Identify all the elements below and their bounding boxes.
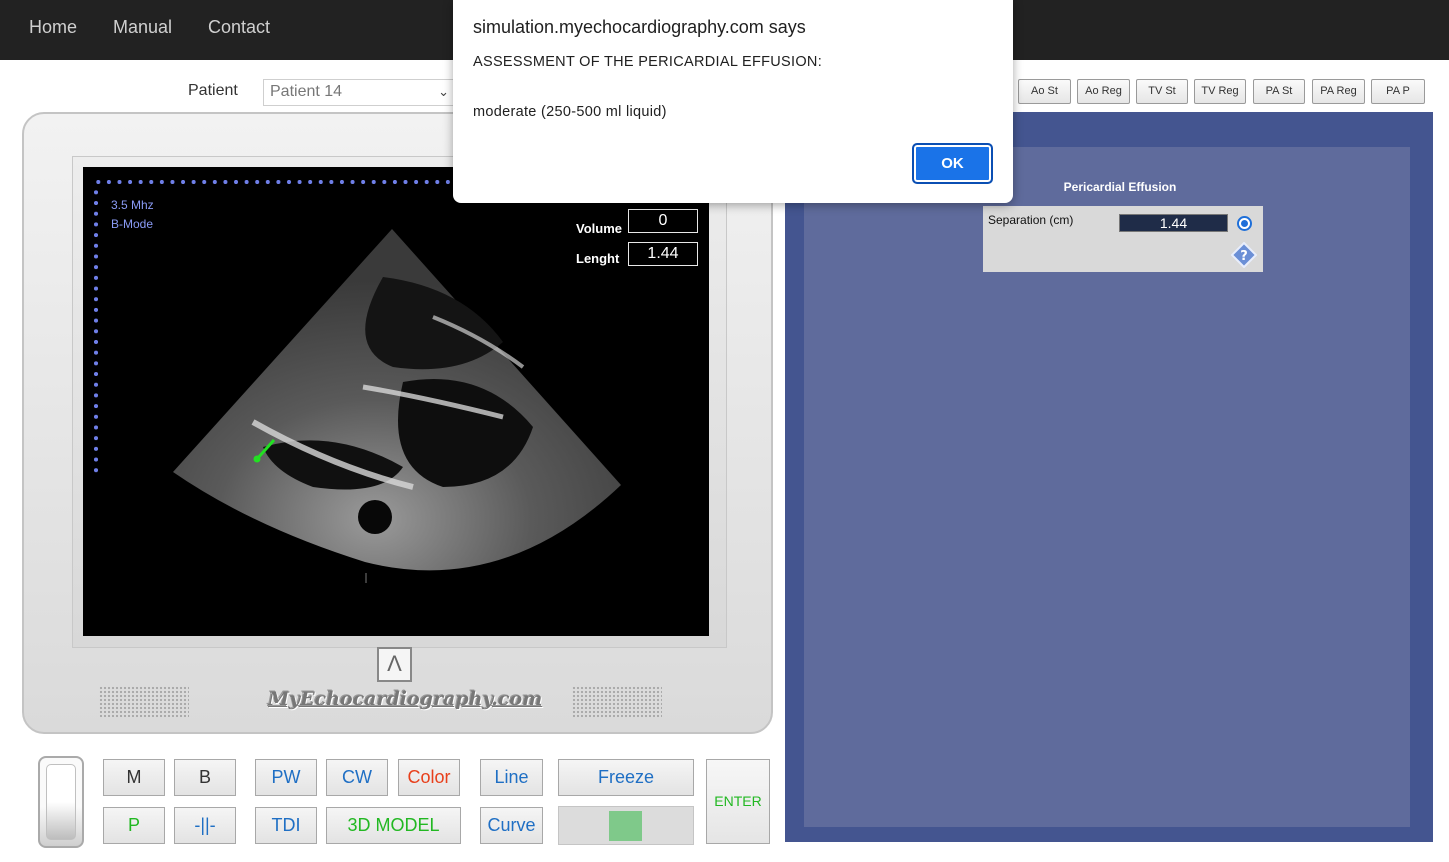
echo-screen[interactable]: 3.5 Mhz B-Mode Volume 0 Lenght 1.44: [83, 167, 709, 636]
pa-st-button[interactable]: PA St: [1253, 79, 1305, 104]
line-button[interactable]: Line: [480, 759, 543, 796]
color-button[interactable]: Color: [398, 759, 460, 796]
dialog-title: simulation.myechocardiography.com says: [473, 17, 806, 37]
freeze-slider-knob[interactable]: [609, 811, 642, 841]
m-mode-button[interactable]: M: [103, 759, 165, 796]
descending-aorta: [358, 500, 392, 534]
brand-text: MyEchocardiography.com: [268, 688, 543, 710]
cw-button[interactable]: CW: [326, 759, 388, 796]
split-screen-button[interactable]: -||-: [174, 807, 236, 844]
nav-contact-link[interactable]: Contact: [208, 17, 270, 38]
p-button[interactable]: P: [103, 807, 165, 844]
dialog-message-heading: ASSESSMENT OF THE PERICARDIAL EFFUSION:: [473, 54, 823, 70]
tv-reg-button[interactable]: TV Reg: [1194, 79, 1246, 104]
enter-button[interactable]: ENTER: [706, 759, 770, 844]
caliper-point[interactable]: [253, 455, 261, 463]
chevron-down-icon: ⌄: [438, 84, 449, 99]
tdi-button[interactable]: TDI: [255, 807, 317, 844]
tv-st-button[interactable]: TV St: [1136, 79, 1188, 104]
nav-manual-link[interactable]: Manual: [113, 17, 172, 38]
separation-value: 1.44: [1119, 214, 1228, 232]
patient-label: Patient: [188, 82, 238, 99]
svg-text:?: ?: [1240, 249, 1248, 264]
patient-select[interactable]: Patient 14 ⌄: [263, 79, 458, 106]
pericardial-effusion-title: Pericardial Effusion: [1063, 180, 1177, 194]
curve-button[interactable]: Curve: [480, 807, 543, 844]
3d-model-button[interactable]: 3D MODEL: [326, 807, 461, 844]
speaker-grille-left: [99, 686, 189, 718]
probe-body: [46, 764, 76, 840]
dialog-ok-button[interactable]: OK: [912, 143, 993, 184]
nav-home-link[interactable]: Home: [29, 17, 77, 38]
speaker-grille-right: [572, 686, 662, 718]
pa-reg-button[interactable]: PA Reg: [1312, 79, 1365, 104]
separation-label: Separation (cm): [988, 213, 1074, 227]
pw-button[interactable]: PW: [255, 759, 317, 796]
probe-icon[interactable]: [38, 756, 84, 848]
freeze-slider[interactable]: [558, 806, 694, 845]
ao-st-button[interactable]: Ao St: [1018, 79, 1071, 104]
patient-select-value: Patient 14: [270, 83, 343, 100]
brand-logo-icon: Λ: [377, 647, 412, 682]
dialog-message-result: moderate (250-500 ml liquid): [473, 104, 667, 120]
separation-radio[interactable]: [1237, 216, 1252, 231]
echo-sector-image: [173, 229, 621, 583]
alert-dialog: simulation.myechocardiography.com says A…: [453, 0, 1013, 203]
pa-p-button[interactable]: PA P: [1371, 79, 1425, 104]
help-icon[interactable]: ?: [1231, 242, 1257, 268]
chamber-rv: [365, 277, 503, 370]
ao-reg-button[interactable]: Ao Reg: [1077, 79, 1130, 104]
freeze-button[interactable]: Freeze: [558, 759, 694, 796]
b-mode-button[interactable]: B: [174, 759, 236, 796]
